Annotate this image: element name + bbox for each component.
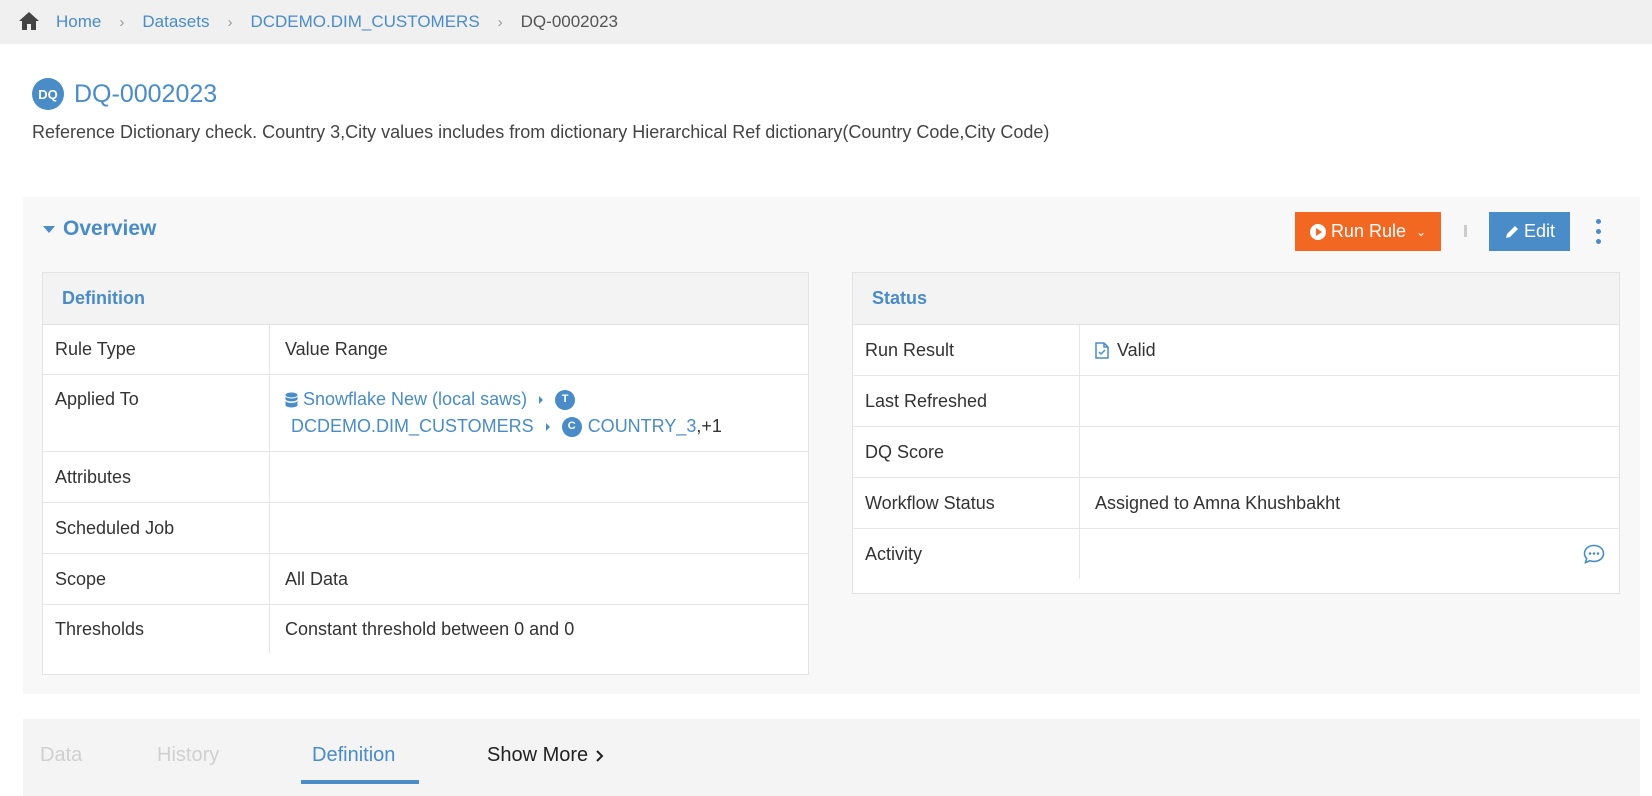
- breadcrumb-dataset[interactable]: DCDEMO.DIM_CUSTOMERS: [250, 12, 479, 32]
- dq-score-value: [1080, 427, 1619, 477]
- thresholds-label: Thresholds: [43, 605, 270, 654]
- comment-icon[interactable]: [1583, 544, 1605, 564]
- tab-show-more[interactable]: Show More: [487, 744, 606, 767]
- rule-type-value: Value Range: [285, 339, 388, 359]
- rule-description: Reference Dictionary check. Country 3,Ci…: [32, 122, 1050, 142]
- caret-down-icon: [43, 225, 55, 233]
- row-applied-to: Applied To Snowflake New (local saws) T …: [43, 375, 808, 452]
- activity-label: Activity: [853, 529, 1080, 579]
- run-rule-button[interactable]: Run Rule ⌄: [1295, 212, 1441, 251]
- page-title: DQ-0002023: [74, 79, 218, 108]
- chevron-right-icon: ›: [119, 13, 125, 31]
- row-thresholds: Thresholds Constant threshold between 0 …: [43, 605, 808, 654]
- breadcrumb: Home › Datasets › DCDEMO.DIM_CUSTOMERS ›…: [0, 0, 1652, 44]
- tab-bar: Data History Definition Show More: [23, 719, 1640, 796]
- chevron-down-icon: ⌄: [1415, 224, 1427, 239]
- workflow-status-label: Workflow Status: [853, 478, 1080, 528]
- last-refreshed-value: [1080, 376, 1619, 426]
- applied-table-link[interactable]: DCDEMO.DIM_CUSTOMERS: [291, 413, 534, 440]
- status-panel-title: Status: [853, 273, 1619, 325]
- home-icon[interactable]: [18, 11, 40, 33]
- row-attributes: Attributes: [43, 452, 808, 503]
- tab-data[interactable]: Data: [40, 744, 82, 767]
- overview-title: Overview: [63, 217, 157, 240]
- tab-history[interactable]: History: [157, 744, 219, 767]
- activity-value: [1080, 529, 1619, 579]
- pencil-icon: [1505, 225, 1518, 238]
- more-options-icon[interactable]: [1591, 215, 1605, 247]
- row-rule-type: Rule Type Value Range: [43, 325, 808, 375]
- chevron-right-icon: ›: [227, 13, 233, 31]
- chevron-right-icon: ›: [497, 13, 503, 31]
- row-run-result: Run Result Valid: [853, 325, 1619, 376]
- chevron-right-icon: [596, 749, 604, 762]
- play-icon: [1309, 223, 1326, 240]
- row-activity: Activity: [853, 529, 1619, 579]
- active-tab-indicator: [301, 780, 419, 784]
- attributes-label: Attributes: [43, 452, 270, 502]
- scope-value: All Data: [285, 568, 349, 589]
- row-workflow-status: Workflow Status Assigned to Amna Khushba…: [853, 478, 1619, 529]
- attributes-value: [270, 452, 808, 502]
- scope-label: Scope: [43, 554, 270, 604]
- breadcrumb-home[interactable]: Home: [56, 12, 101, 32]
- rule-type-label: Rule Type: [43, 325, 270, 374]
- caret-right-icon: [539, 395, 544, 404]
- applied-column-link[interactable]: COUNTRY_3: [588, 413, 697, 440]
- applied-to-value: Snowflake New (local saws) T DCDEMO.DIM_…: [270, 375, 808, 451]
- thresholds-value: Constant threshold between 0 and 0: [285, 619, 575, 639]
- dq-badge: DQ: [32, 78, 64, 110]
- workflow-status-value: Assigned to Amna Khushbakht: [1095, 492, 1341, 513]
- breadcrumb-datasets[interactable]: Datasets: [142, 12, 209, 32]
- run-result-value: Valid: [1080, 325, 1619, 375]
- database-icon: [285, 392, 298, 408]
- row-scope: Scope All Data: [43, 554, 808, 605]
- row-dq-score: DQ Score: [853, 427, 1619, 478]
- applied-source-link[interactable]: Snowflake New (local saws): [303, 386, 527, 413]
- applied-to-label: Applied To: [43, 375, 270, 451]
- scheduled-job-label: Scheduled Job: [43, 503, 270, 553]
- run-result-label: Run Result: [853, 325, 1080, 375]
- last-refreshed-label: Last Refreshed: [853, 376, 1080, 426]
- breadcrumb-current: DQ-0002023: [520, 12, 618, 31]
- run-rule-label: Run Rule: [1330, 221, 1406, 241]
- scheduled-job-value: [270, 503, 808, 553]
- title-row: DQ DQ-0002023: [32, 78, 217, 110]
- run-result-text: Valid: [1117, 339, 1156, 360]
- edit-button[interactable]: Edit: [1489, 212, 1570, 251]
- status-panel: Status Run Result Valid Last Refreshed D…: [852, 272, 1620, 594]
- table-badge-icon: T: [555, 389, 576, 410]
- edit-label: Edit: [1523, 221, 1556, 241]
- column-badge-icon: C: [561, 416, 582, 437]
- toolbar-divider: [1464, 225, 1467, 237]
- row-last-refreshed: Last Refreshed: [853, 376, 1619, 427]
- caret-right-icon: [545, 422, 550, 431]
- tab-definition[interactable]: Definition: [312, 744, 395, 767]
- definition-panel-title: Definition: [43, 273, 808, 325]
- applied-extra-count[interactable]: ,+1: [696, 413, 722, 440]
- dq-score-label: DQ Score: [853, 427, 1080, 477]
- overview-toggle[interactable]: Overview: [43, 217, 156, 241]
- file-check-icon: [1095, 341, 1109, 359]
- row-scheduled-job: Scheduled Job: [43, 503, 808, 554]
- show-more-label: Show More: [487, 744, 589, 766]
- definition-panel: Definition Rule Type Value Range Applied…: [42, 272, 809, 675]
